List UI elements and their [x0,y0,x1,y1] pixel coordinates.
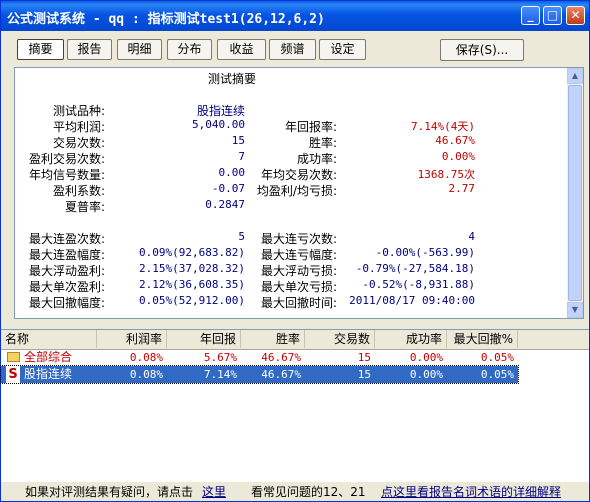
stat-value: -0.52%(-8,931.88) [362,278,475,291]
stat-value: 4 [468,230,475,243]
cell-profit-rate: 0.08% [129,368,163,381]
cell-max-drawdown: 0.05% [480,351,514,364]
stat-value: 0.2847 [205,198,245,211]
column-header[interactable]: 最大回撤% [447,330,518,348]
glossary-link[interactable]: 点这里看报告名词术语的详细解释 [381,483,561,500]
s-icon: S [6,366,20,383]
column-header[interactable]: 利润率 [97,330,167,348]
scroll-down-arrow-icon[interactable]: ▼ [567,302,583,318]
stat-label: 盈利交易次数: [28,152,105,166]
stat-label: 测试品种: [52,104,105,118]
stat-label: 年均交易次数: [260,168,337,182]
tab-distribution[interactable]: 分布 [167,39,212,60]
cell-trade-count: 15 [357,351,371,364]
title-bar[interactable]: 公式测试系统 - qq : 指标测试test1(26,12,6,2) _ □ ✕ [1,1,589,31]
stat-value: 1368.75次 [417,168,475,181]
row-name: 全部综合 [24,350,73,364]
save-button[interactable]: 保存(S)... [440,39,524,61]
footer-text: 如果对评测结果有疑问，请点击 [25,485,194,499]
stat-label: 最大单次盈利: [28,280,105,294]
stat-label: 年均信号数量: [28,168,105,182]
stat-label: 年回报率: [284,120,337,134]
summary-panel: 测试摘要 测试品种: 股指连续 平均利润: 5,040.00 交易次数: 15 … [14,67,584,319]
stat-value: 5 [238,230,245,243]
row-name: 股指连续 [24,367,73,381]
stat-label: 最大浮动亏损: [260,264,337,278]
stat-value: 0.00% [441,150,475,163]
stat-label: 最大回撤时间: [260,296,337,310]
stat-label: 胜率: [308,136,337,150]
tab-spectrum[interactable]: 频谱 [269,39,316,60]
stat-value: -0.79%(-27,584.18) [355,262,475,275]
stat-label: 最大连盈幅度: [28,248,105,262]
stat-label: 最大连亏次数: [260,232,337,246]
tab-summary[interactable]: 摘要 [17,39,64,60]
cell-profit-rate: 0.08% [129,351,163,364]
stat-value: 7.14%(4天) [411,120,475,133]
minimize-button[interactable]: _ [521,6,540,25]
tab-returns[interactable]: 收益 [217,39,266,60]
stat-value: 0.05%(52,912.00) [139,294,245,307]
summary-scrollbar[interactable]: ▲ ▼ [567,68,583,318]
column-header[interactable]: 名称 [1,330,97,348]
cell-max-drawdown: 0.05% [480,368,514,381]
stat-value: -0.00%(-563.99) [375,246,475,259]
footer-bar: 如果对评测结果有疑问，请点击 这里 看常见问题的12、21 点这里看报告名词术语… [1,481,589,501]
column-header[interactable]: 胜率 [241,330,305,348]
stat-label: 最大连盈次数: [28,232,105,246]
stat-value: 0.09%(92,683.82) [139,246,245,259]
table-row[interactable]: 全部综合 0.08% 5.67% 46.67% 15 0.00% 0.05% [1,349,518,366]
scroll-thumb[interactable] [568,85,582,301]
scroll-up-arrow-icon[interactable]: ▲ [567,68,583,84]
stat-label: 交易次数: [52,136,105,150]
results-table: 名称 利润率 年回报 胜率 交易数 成功率 最大回撤% 全部综合 0.08% 5… [0,329,589,482]
footer-text-middle: 看常见问题的12、21 [251,485,366,499]
cell-win-rate: 46.67% [261,351,301,364]
column-header[interactable]: 交易数 [305,330,375,348]
stat-label: 平均利润: [52,120,105,134]
stat-label: 最大浮动盈利: [28,264,105,278]
close-button[interactable]: ✕ [566,6,585,25]
stat-value: 2.12%(36,608.35) [139,278,245,291]
stat-label: 均盈利/均亏损: [256,184,337,198]
tab-detail[interactable]: 明细 [117,39,162,60]
stat-value: 7 [238,150,245,163]
tab-settings[interactable]: 设定 [319,39,366,60]
cell-trade-count: 15 [357,368,371,381]
stat-label: 成功率: [296,152,337,166]
stat-label: 夏普率: [64,200,105,214]
stat-value: 股指连续 [196,104,245,118]
stat-value: 2011/08/17 09:40:00 [349,294,475,307]
stat-label: 盈利系数: [52,184,105,198]
column-header[interactable]: 成功率 [375,330,447,348]
cell-annual-return: 5.67% [203,351,237,364]
stat-label: 最大单次亏损: [260,280,337,294]
table-row-selected[interactable]: S 股指连续 0.08% 7.14% 46.67% 15 0.00% 0.05% [0,365,519,384]
tab-report[interactable]: 报告 [67,39,112,60]
faq-link[interactable]: 这里 [202,483,226,500]
cell-success-rate: 0.00% [409,368,443,381]
window-title: 公式测试系统 - qq : 指标测试test1(26,12,6,2) [7,12,325,27]
stat-value: -0.07 [211,182,245,195]
stat-value: 2.15%(37,028.32) [139,262,245,275]
table-header: 名称 利润率 年回报 胜率 交易数 成功率 最大回撤% [1,330,589,350]
stat-value: 15 [231,134,245,147]
cell-annual-return: 7.14% [203,368,237,381]
stat-value: 5,040.00 [192,118,245,131]
stat-label: 最大连亏幅度: [260,248,337,262]
cell-success-rate: 0.00% [409,351,443,364]
stat-value: 46.67% [435,134,475,147]
column-header[interactable]: 年回报 [167,330,241,348]
stat-value: 0.00 [218,166,246,179]
summary-heading: 测试摘要 [208,72,257,86]
stat-label: 最大回撤幅度: [28,296,105,310]
stat-value: 2.77 [448,182,476,195]
maximize-button[interactable]: □ [543,6,562,25]
folder-icon [7,352,20,362]
cell-win-rate: 46.67% [261,368,301,381]
app-window: 公式测试系统 - qq : 指标测试test1(26,12,6,2) _ □ ✕… [0,0,590,502]
